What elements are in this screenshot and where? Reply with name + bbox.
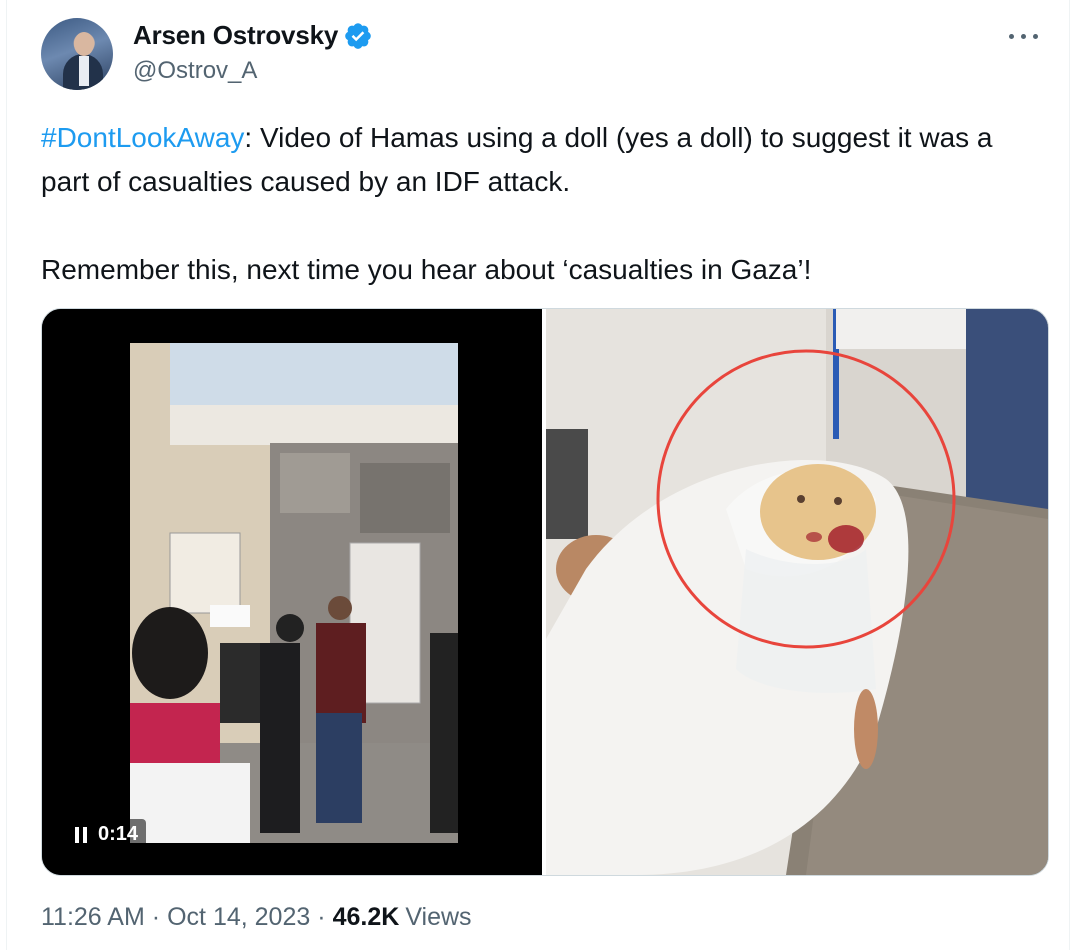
- tweet-time[interactable]: 11:26 AM: [41, 903, 145, 932]
- tweet-footer: 11:26 AM · Oct 14, 2023 · 46.2K Views: [41, 903, 472, 932]
- views-label: Views: [405, 903, 472, 931]
- tweet-paragraph-2: Remember this, next time you hear about …: [41, 254, 812, 285]
- tweet-text: #DontLookAway: Video of Hamas using a do…: [41, 116, 1041, 292]
- author-name[interactable]: Arsen Ostrovsky: [133, 20, 338, 51]
- video-time-badge[interactable]: 0:14: [66, 819, 147, 850]
- tweet-date[interactable]: Oct 14, 2023: [167, 903, 310, 932]
- photo[interactable]: [546, 309, 1048, 875]
- views-count[interactable]: 46.2K: [333, 903, 400, 932]
- separator: ·: [317, 903, 326, 931]
- separator: ·: [151, 903, 161, 931]
- tweet-card: Arsen Ostrovsky @Ostrov_A #DontLookAway:…: [6, 0, 1070, 950]
- pause-icon[interactable]: [74, 826, 88, 843]
- media-container: 0:14: [41, 308, 1049, 876]
- more-options-button[interactable]: [1007, 22, 1041, 50]
- video-time: 0:14: [98, 823, 139, 845]
- video-thumbnail: [130, 343, 458, 843]
- author-row: Arsen Ostrovsky: [133, 20, 373, 51]
- author-handle[interactable]: @Ostrov_A: [133, 57, 257, 85]
- photo-image: [546, 309, 1048, 875]
- avatar[interactable]: [41, 18, 113, 90]
- verified-badge-icon: [345, 22, 371, 49]
- video-player[interactable]: 0:14: [42, 309, 542, 875]
- hashtag-link[interactable]: #DontLookAway: [41, 122, 244, 153]
